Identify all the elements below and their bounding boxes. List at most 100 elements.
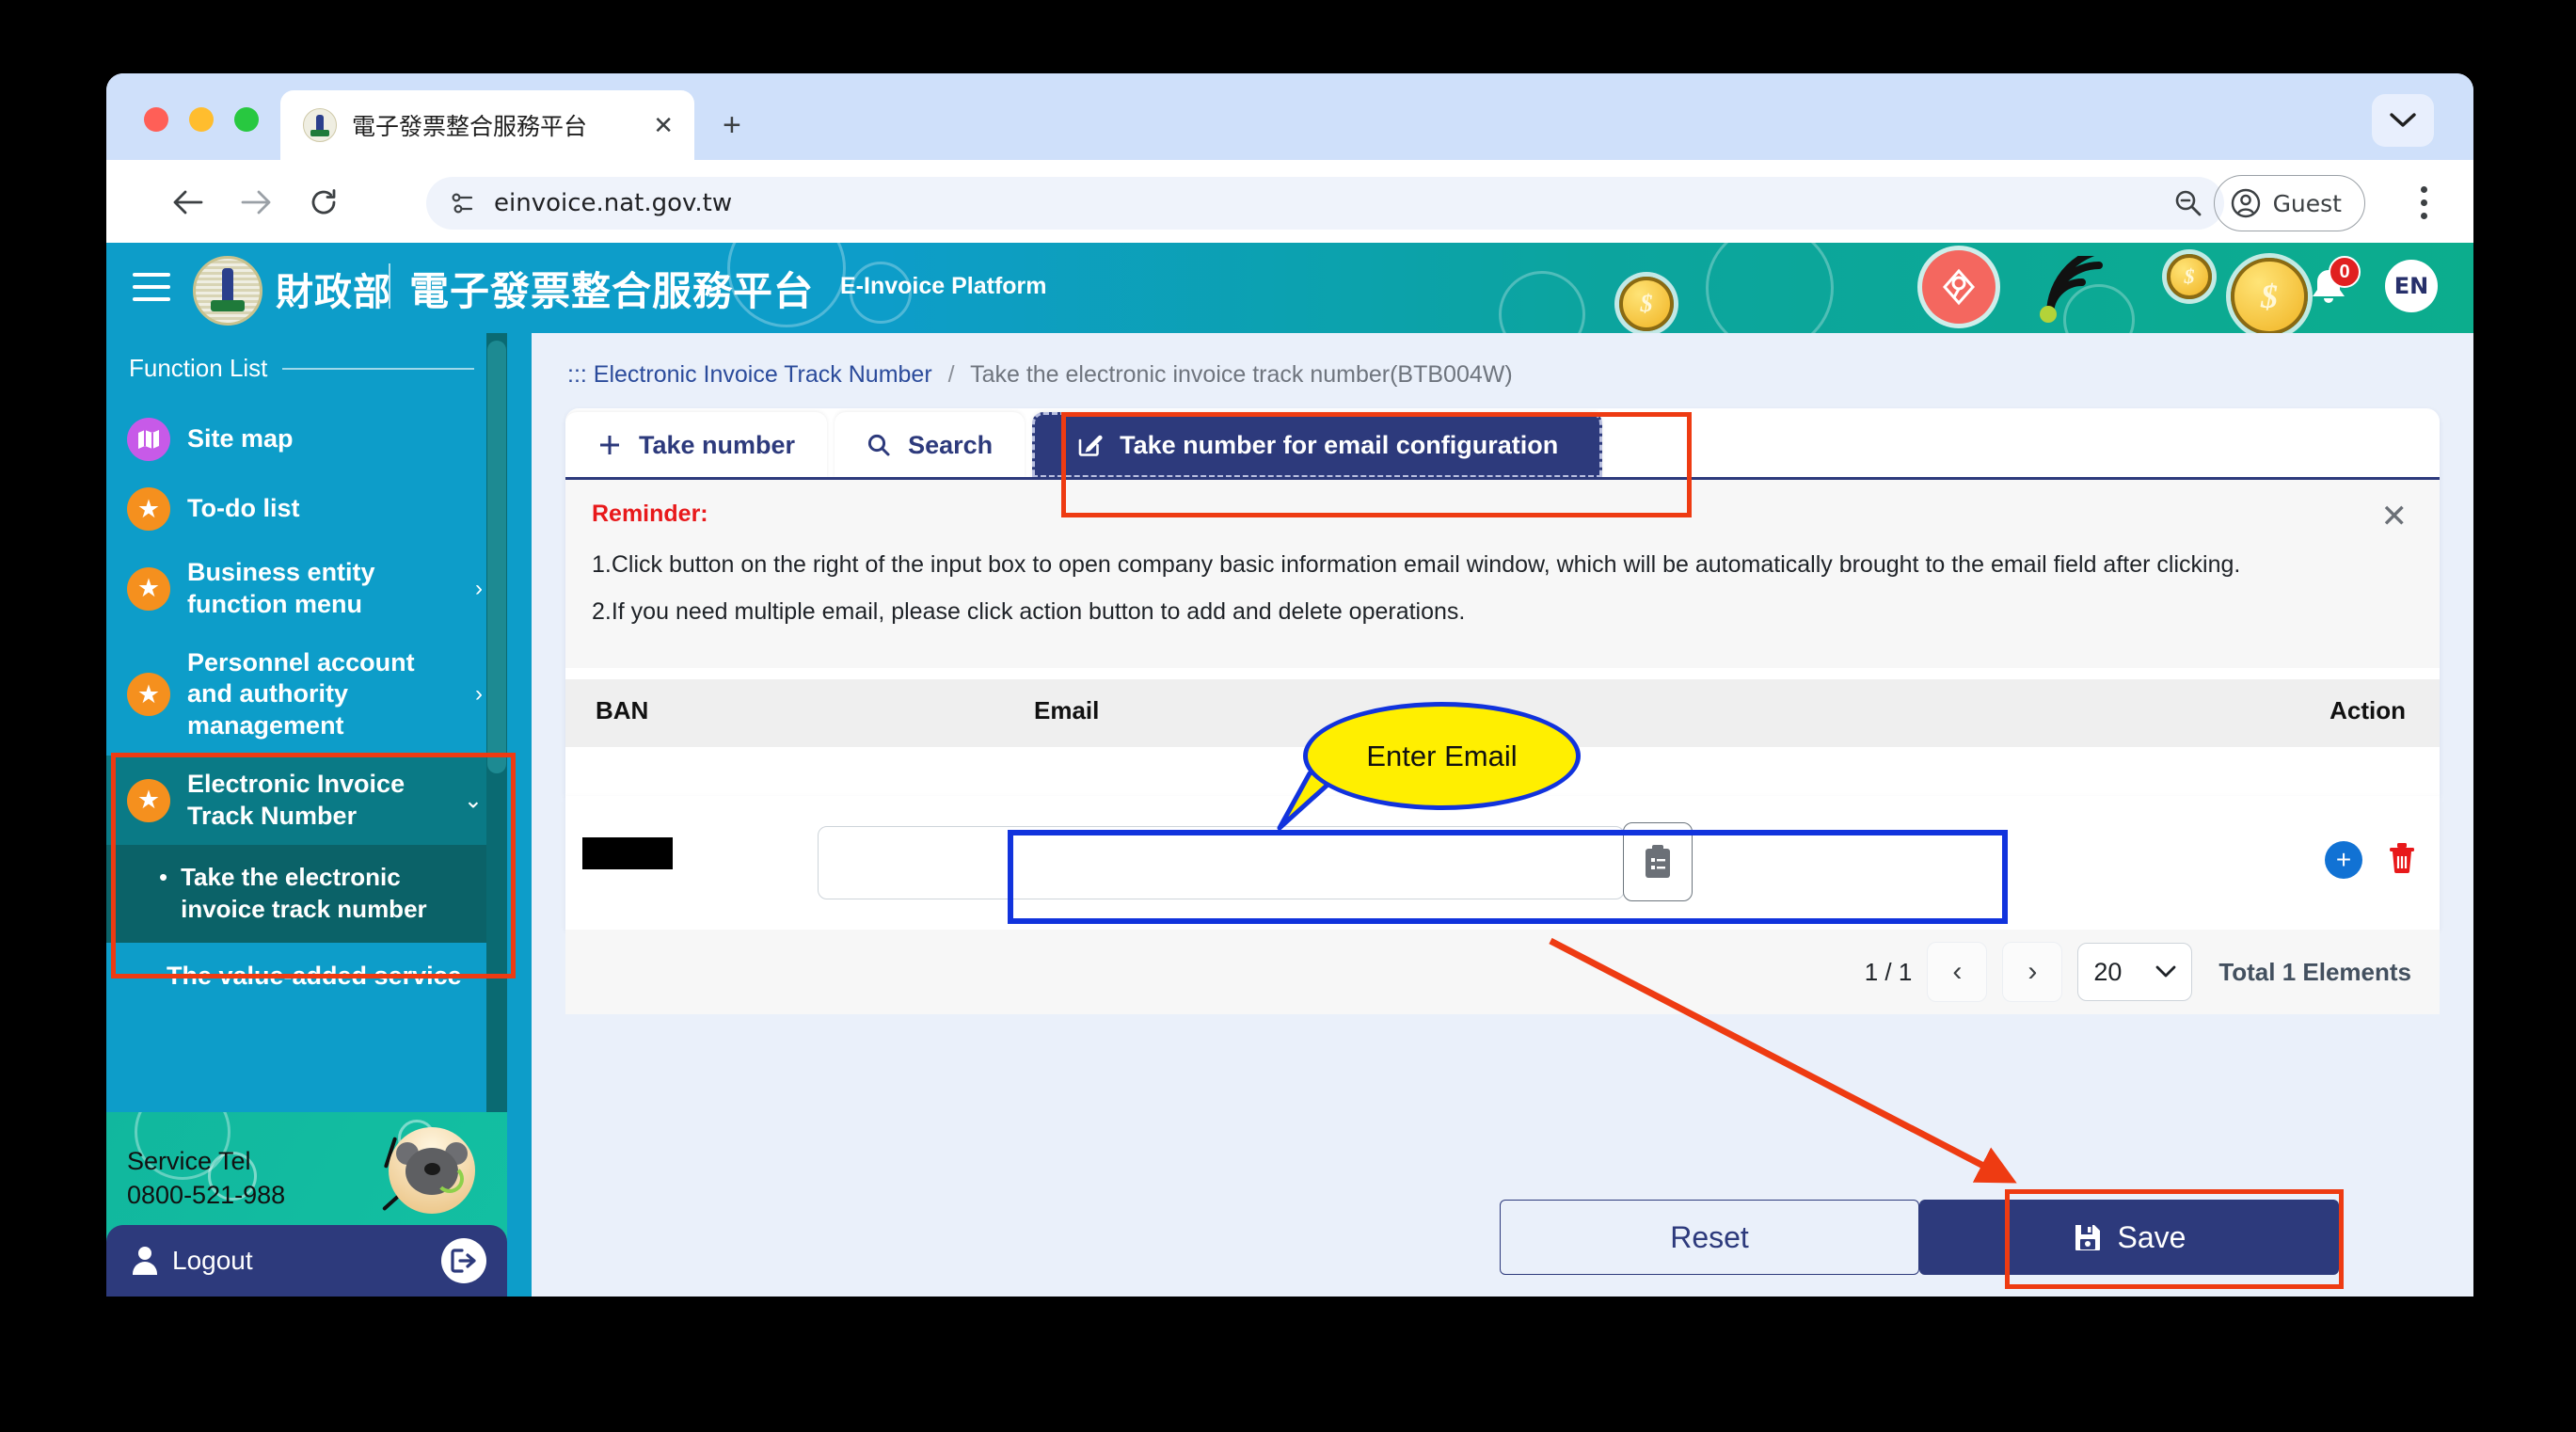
plus-circle-icon[interactable]: + (2325, 840, 2362, 879)
sidebar-item-electronic-invoice-track-number[interactable]: ★ Electronic Invoice Track Number ⌄ (106, 755, 507, 846)
address-bar[interactable]: einvoice.nat.gov.tw (426, 177, 2224, 230)
close-icon[interactable]: ✕ (653, 113, 674, 137)
sidebar-item-label: To-do list (187, 494, 300, 523)
mof-seal-icon (303, 108, 337, 142)
reload-icon[interactable] (306, 184, 342, 220)
new-tab-button[interactable]: + (723, 109, 741, 141)
tab-take-number[interactable]: Take number (565, 412, 828, 478)
bullet-icon: • (159, 863, 168, 892)
search-icon (867, 434, 890, 456)
sidebar-subitem-take-the-electronic-invoice-track-number[interactable]: • Take the electronic invoice track numb… (106, 845, 507, 943)
brand-divider (389, 263, 390, 309)
avatar-icon (2231, 188, 2260, 218)
sidebar-item-the-value-added-service[interactable]: The value-added service (106, 943, 507, 1010)
prev-page-button[interactable]: ‹ (1927, 942, 1988, 1002)
close-window-button[interactable] (144, 107, 168, 132)
tab-take-number-for-email-configuration[interactable]: Take number for email configuration (1032, 412, 1603, 478)
logout-icon[interactable] (441, 1238, 486, 1283)
decorative-bubble (1706, 243, 1834, 333)
logout-button[interactable]: Logout (106, 1225, 507, 1297)
callout-enter-email: Enter Email (1303, 702, 1581, 810)
column-header-action: Action (2330, 696, 2406, 724)
platform-name-en: E-Invoice Platform (840, 273, 1047, 299)
edit-square-icon (1078, 435, 1103, 456)
sidebar: Function List – Site map ★ To-do list ★ (106, 333, 532, 1297)
reset-button[interactable]: Reset (1500, 1200, 1919, 1275)
tab-label: Take number for email configuration (1120, 430, 1559, 459)
service-tel-label: Service Tel (127, 1147, 251, 1175)
zoom-out-icon[interactable] (2173, 188, 2203, 218)
skip-to-content-anchor[interactable]: ::: (567, 361, 587, 388)
mof-seal-icon (193, 256, 262, 326)
page-size-select[interactable]: 20 (2077, 943, 2193, 1001)
sidebar-item-business-entity-function-menu[interactable]: ★ Business entity function menu › (106, 544, 507, 634)
sidebar-item-personnel-account-and-authority-management[interactable]: ★ Personnel account and authority manage… (106, 634, 507, 756)
kebab-menu-icon[interactable] (2421, 186, 2428, 226)
breadcrumb-current: Take the electronic invoice track number… (970, 361, 1513, 388)
sidebar-scrollbar-thumb[interactable] (487, 341, 506, 773)
sidebar-item-label: Personnel account and authority manageme… (187, 647, 415, 740)
service-tel-block: Service Tel 0800-521-988 (127, 1144, 285, 1213)
save-button[interactable]: Save (1919, 1200, 2339, 1275)
hamburger-icon[interactable] (133, 273, 170, 310)
browser-tab[interactable]: 電子發票整合服務平台 ✕ (280, 90, 694, 160)
reminder-title: Reminder: (592, 501, 708, 527)
chevron-right-icon: › (475, 681, 483, 708)
divider (282, 367, 475, 370)
reminder-panel: Reminder: 1.Click button on the right of… (565, 480, 2440, 668)
browser-toolbar: einvoice.nat.gov.tw Guest (106, 160, 2473, 243)
close-icon[interactable]: ✕ (2381, 501, 2409, 533)
chevron-down-icon (2155, 965, 2176, 978)
sidebar-item-to-do-list[interactable]: ★ To-do list (106, 474, 507, 544)
star-icon: ★ (127, 673, 170, 717)
plus-icon (600, 436, 619, 454)
minimize-window-button[interactable] (189, 107, 214, 132)
url-text: einvoice.nat.gov.tw (494, 189, 733, 217)
decorative-bubble (1499, 271, 1585, 333)
sidebar-subitem-label: Take the electronic invoice track number (181, 863, 427, 924)
callout-text: Enter Email (1366, 739, 1518, 772)
page-indicator: 1 / 1 (1864, 957, 1913, 986)
star-icon: ★ (127, 566, 170, 611)
email-cell (812, 811, 1693, 911)
breadcrumb-parent-link[interactable]: Electronic Invoice Track Number (594, 361, 932, 388)
sidebar-item-label: The value-added service (167, 961, 462, 990)
reminder-line-1: 1.Click button on the right of the input… (592, 551, 2241, 578)
sidebar-item-label: Site map (187, 424, 294, 453)
chevron-down-icon[interactable] (2372, 94, 2434, 147)
notification-badge: 0 (2329, 256, 2361, 288)
browser-window: 電子發票整合服務平台 ✕ + einvoice.nat.gov.tw Guest… (106, 73, 2473, 1297)
table-row: + (565, 796, 2440, 930)
column-header-ban: BAN (596, 696, 649, 724)
sidebar-nav-list: Site map ★ To-do list ★ Business entity … (106, 405, 507, 1010)
clipboard-list-icon[interactable] (1623, 822, 1693, 901)
maximize-window-button[interactable] (234, 107, 259, 132)
breadcrumb-separator: / (947, 361, 955, 388)
chevron-right-icon: › (475, 575, 483, 601)
back-arrow-icon[interactable] (170, 184, 206, 220)
star-icon: ★ (127, 778, 170, 822)
forward-arrow-icon[interactable] (238, 184, 274, 220)
next-page-button[interactable]: › (2002, 942, 2063, 1002)
profile-button[interactable]: Guest (2213, 175, 2365, 231)
browser-tabstrip: 電子發票整合服務平台 ✕ + (106, 73, 2473, 160)
logout-label: Logout (172, 1246, 253, 1275)
email-input[interactable] (818, 826, 1625, 899)
decorative-badge-icon (1922, 250, 1996, 324)
headset-icon (436, 1165, 464, 1193)
tab-bar: Take number Search Take number for email… (565, 408, 1610, 478)
site-settings-icon[interactable] (449, 189, 477, 217)
app-header: $ $ $ 財政部 電子發票整合服務平台 E-Invoice Platform … (106, 243, 2473, 333)
sidebar-item-label: Business entity function menu (187, 558, 375, 618)
tab-label: Take number (639, 430, 796, 459)
total-elements-label: Total 1 Elements (2218, 957, 2411, 986)
profile-label: Guest (2272, 189, 2342, 217)
platform-name-cn: 電子發票整合服務平台 (409, 268, 815, 314)
trash-icon[interactable] (2385, 839, 2419, 880)
ban-value-redacted (582, 837, 673, 869)
service-tel-number: 0800-521-988 (127, 1181, 286, 1210)
tab-search[interactable]: Search (835, 412, 1026, 478)
sidebar-item-site-map[interactable]: Site map (106, 405, 507, 474)
app-viewport: $ $ $ 財政部 電子發票整合服務平台 E-Invoice Platform … (106, 243, 2473, 1297)
language-toggle-button[interactable]: EN (2385, 260, 2438, 312)
